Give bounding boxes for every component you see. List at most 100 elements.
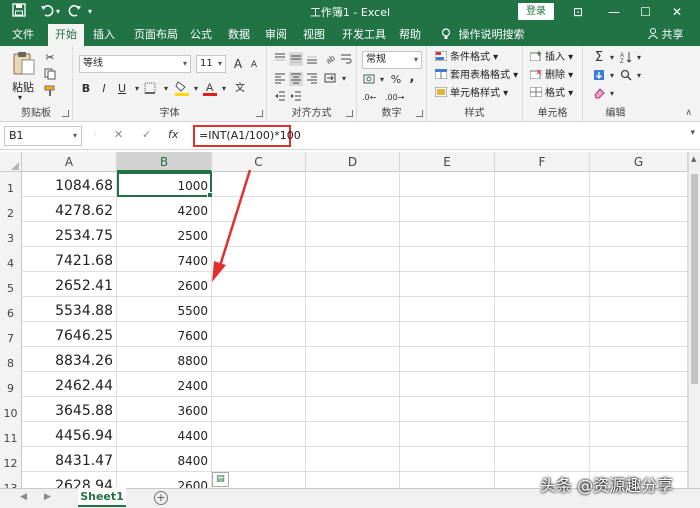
- decrease-indent-icon[interactable]: [273, 90, 287, 104]
- tab-view[interactable]: 视图: [298, 24, 330, 46]
- cell-f[interactable]: [495, 297, 590, 322]
- cell-f[interactable]: [495, 197, 590, 222]
- number-launcher-icon[interactable]: [416, 110, 423, 117]
- clear-dropdown-icon[interactable]: ▾: [605, 87, 619, 101]
- insert-function-button[interactable]: fx: [168, 128, 178, 141]
- tell-me-search[interactable]: 操作说明搜索: [441, 24, 525, 46]
- font-name-select[interactable]: 等线 ▾: [79, 55, 191, 73]
- font-size-select[interactable]: 11 ▾: [196, 55, 226, 73]
- tab-data[interactable]: 数据: [223, 24, 255, 46]
- row-header[interactable]: 4: [0, 247, 22, 272]
- cell-e[interactable]: [400, 197, 495, 222]
- cell-c[interactable]: [212, 322, 306, 347]
- cell-b[interactable]: 5500: [117, 297, 212, 322]
- cell-f[interactable]: [495, 372, 590, 397]
- add-sheet-button[interactable]: +: [154, 491, 168, 505]
- accounting-format-icon[interactable]: [362, 73, 376, 87]
- cell-b[interactable]: 4200: [117, 197, 212, 222]
- cell-a[interactable]: 8431.47: [22, 447, 117, 472]
- cell-d[interactable]: [306, 422, 400, 447]
- cell-f[interactable]: [495, 272, 590, 297]
- tab-page-layout[interactable]: 页面布局: [128, 24, 184, 46]
- wrap-text-icon[interactable]: [339, 52, 353, 66]
- sort-filter-icon[interactable]: AZ: [619, 51, 633, 65]
- cell-f[interactable]: [495, 447, 590, 472]
- cell-g[interactable]: [590, 422, 688, 447]
- accounting-dropdown-icon[interactable]: ▾: [375, 73, 389, 87]
- vertical-scrollbar[interactable]: ▲: [688, 152, 700, 488]
- cell-a[interactable]: 4278.62: [22, 197, 117, 222]
- cell-e[interactable]: [400, 422, 495, 447]
- copy-icon[interactable]: [43, 68, 57, 82]
- cell-a[interactable]: 2462.44: [22, 372, 117, 397]
- scroll-up-icon[interactable]: ▲: [691, 155, 696, 163]
- clear-icon[interactable]: [592, 87, 606, 101]
- cell-g[interactable]: [590, 322, 688, 347]
- tab-insert[interactable]: 插入: [88, 24, 120, 46]
- cell-c[interactable]: [212, 447, 306, 472]
- column-header-g[interactable]: G: [590, 152, 688, 172]
- autosum-dropdown-icon[interactable]: ▾: [605, 51, 619, 65]
- cell-b[interactable]: 2500: [117, 222, 212, 247]
- cell-styles-button[interactable]: 单元格样式 ▾: [434, 86, 508, 101]
- cell-e[interactable]: [400, 297, 495, 322]
- row-header[interactable]: 12: [0, 447, 22, 472]
- enter-formula-button[interactable]: ✓: [142, 128, 151, 141]
- sort-filter-dropdown-icon[interactable]: ▾: [632, 51, 646, 65]
- find-select-icon[interactable]: [619, 69, 633, 83]
- cell-a[interactable]: 4456.94: [22, 422, 117, 447]
- cell-c[interactable]: [212, 247, 306, 272]
- tab-review[interactable]: 审阅: [260, 24, 292, 46]
- maximize-button[interactable]: ☐: [640, 3, 651, 21]
- cancel-formula-button[interactable]: ✕: [114, 128, 123, 141]
- cell-b[interactable]: 2400: [117, 372, 212, 397]
- cell-b[interactable]: 2600: [117, 272, 212, 297]
- cell-d[interactable]: [306, 172, 400, 197]
- conditional-formatting-button[interactable]: 条件格式 ▾: [434, 50, 498, 65]
- cell-e[interactable]: [400, 247, 495, 272]
- italic-button[interactable]: I: [97, 82, 111, 96]
- cell-g[interactable]: [590, 347, 688, 372]
- tab-developer[interactable]: 开发工具: [338, 24, 390, 46]
- cell-g[interactable]: [590, 272, 688, 297]
- cell-d[interactable]: [306, 397, 400, 422]
- cell-e[interactable]: [400, 172, 495, 197]
- alignment-launcher-icon[interactable]: [346, 110, 353, 117]
- cell-c[interactable]: [212, 272, 306, 297]
- borders-dropdown-icon[interactable]: ▾: [159, 82, 173, 96]
- cell-c[interactable]: [212, 347, 306, 372]
- underline-dropdown-icon[interactable]: ▾: [130, 82, 144, 96]
- format-painter-icon[interactable]: [43, 85, 57, 99]
- orientation-icon[interactable]: ab: [323, 52, 337, 66]
- cell-e[interactable]: [400, 447, 495, 472]
- cell-d[interactable]: [306, 247, 400, 272]
- cell-g[interactable]: [590, 372, 688, 397]
- shrink-font-icon[interactable]: A: [247, 58, 261, 72]
- align-left-icon[interactable]: [273, 72, 287, 86]
- row-header[interactable]: 3: [0, 222, 22, 247]
- cell-b[interactable]: 8800: [117, 347, 212, 372]
- cell-c[interactable]: [212, 297, 306, 322]
- fill-color-dropdown-icon[interactable]: ▾: [189, 82, 203, 96]
- fill-color-icon[interactable]: [175, 80, 189, 96]
- close-button[interactable]: ✕: [672, 3, 682, 21]
- cell-e[interactable]: [400, 322, 495, 347]
- row-header[interactable]: 1: [0, 172, 22, 197]
- autosum-icon[interactable]: Σ: [592, 51, 606, 65]
- minimize-button[interactable]: —: [608, 3, 620, 21]
- cell-e[interactable]: [400, 347, 495, 372]
- increase-indent-icon[interactable]: [289, 90, 303, 104]
- cell-e[interactable]: [400, 397, 495, 422]
- merge-center-icon[interactable]: [323, 72, 337, 86]
- bottom-align-icon[interactable]: [305, 52, 319, 66]
- cell-a[interactable]: 7646.25: [22, 322, 117, 347]
- format-cells-button[interactable]: 格式 ▾: [529, 86, 573, 101]
- cell-g[interactable]: [590, 397, 688, 422]
- sheet-tab-sheet1[interactable]: Sheet1: [78, 488, 126, 507]
- paste-button[interactable]: 粘贴 ▾: [8, 50, 40, 102]
- cell-c[interactable]: [212, 172, 306, 197]
- format-as-table-button[interactable]: 套用表格格式 ▾: [434, 68, 518, 83]
- middle-align-icon[interactable]: [289, 52, 303, 66]
- cell-d[interactable]: [306, 372, 400, 397]
- name-box[interactable]: B1 ▾: [4, 126, 82, 146]
